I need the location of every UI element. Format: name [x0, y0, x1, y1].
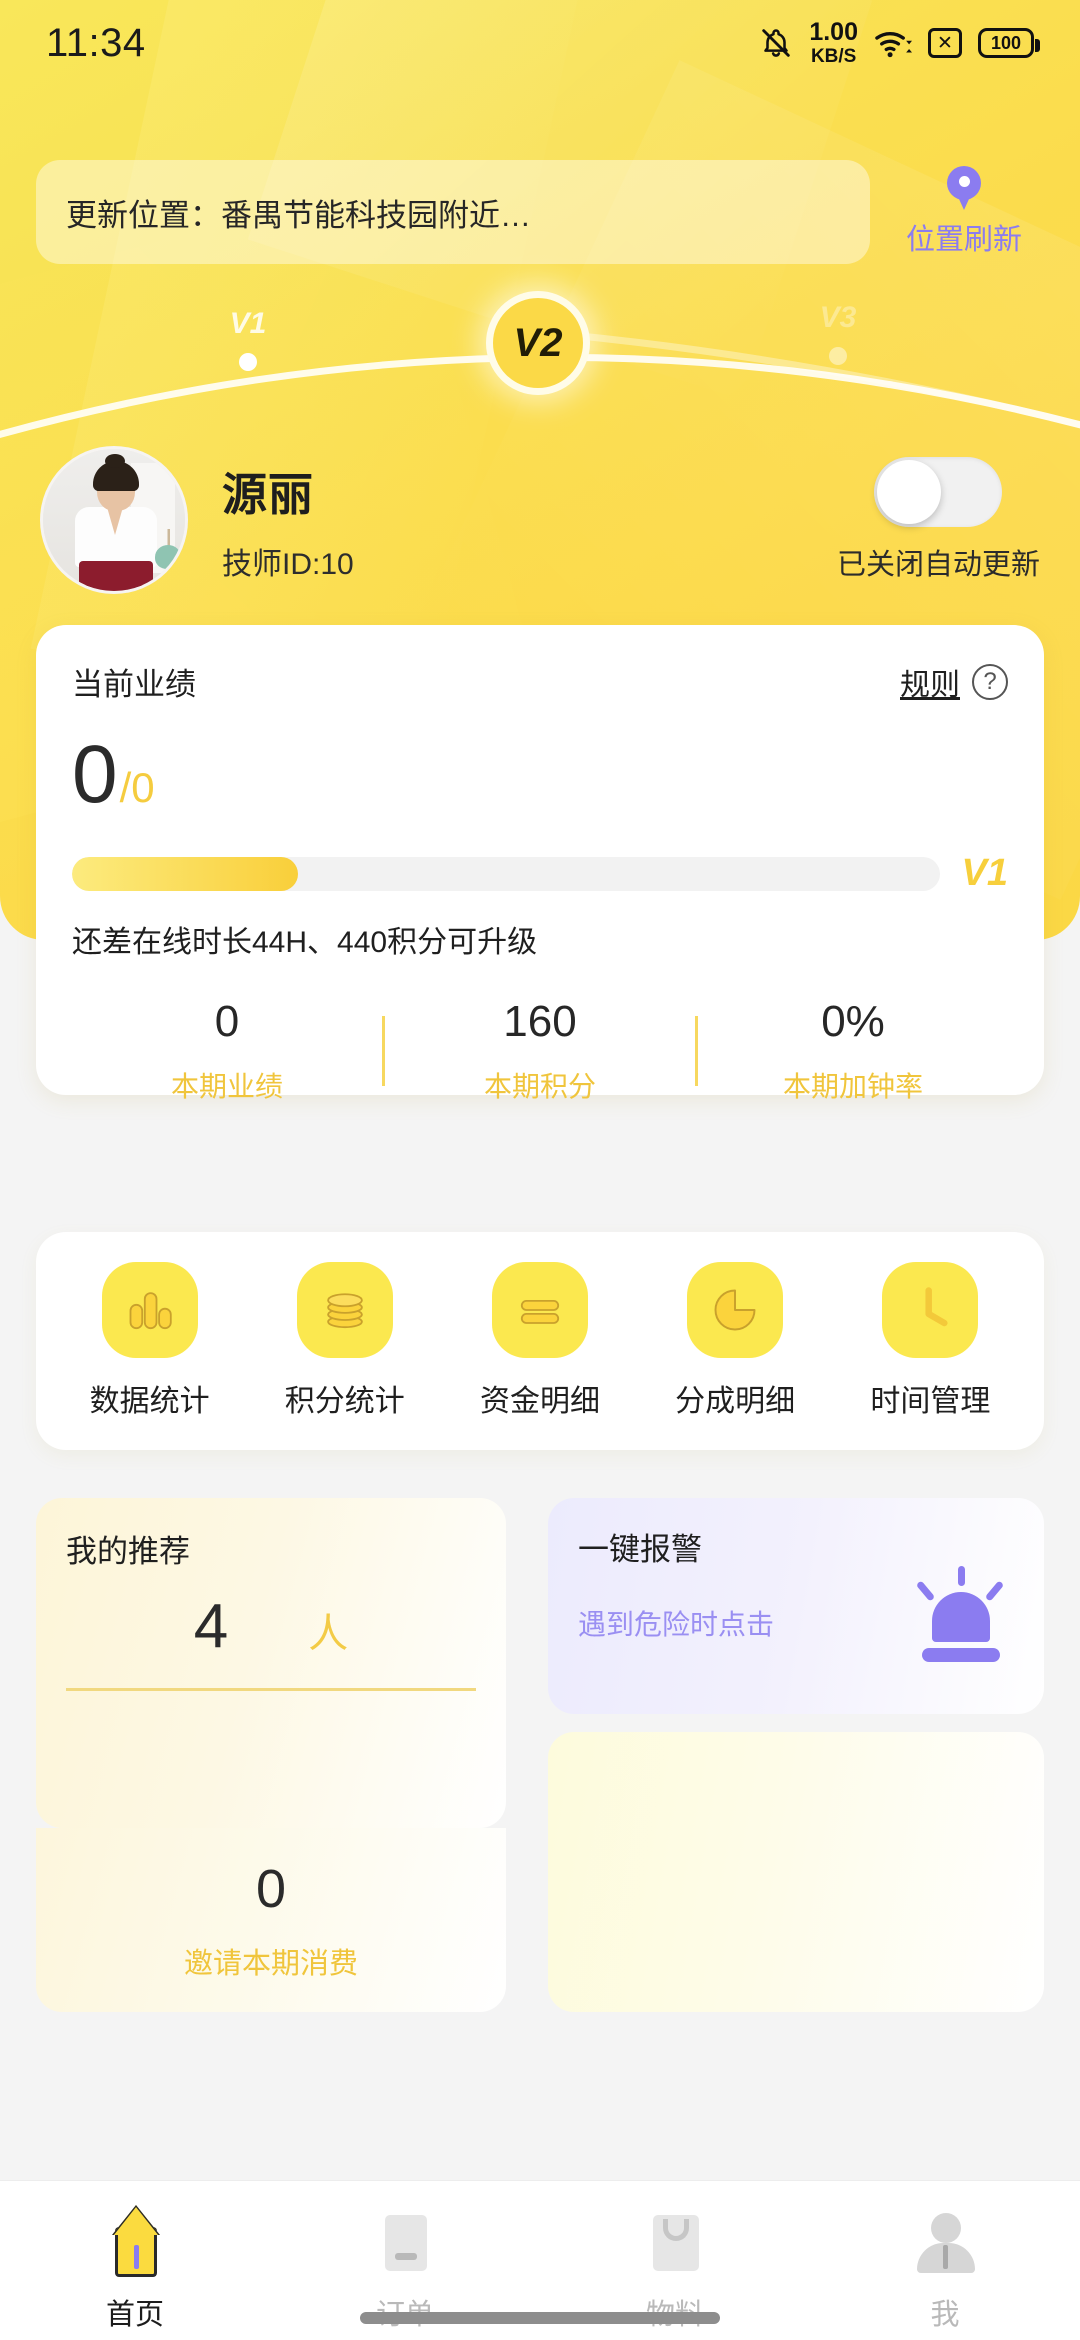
- shortcut-coins-stack[interactable]: 积分统计: [255, 1262, 435, 1420]
- location-refresh-button[interactable]: 位置刷新: [884, 166, 1044, 258]
- status-bar-clock: 11:34: [46, 20, 146, 65]
- order-icon: [369, 2205, 441, 2277]
- coins-stack-icon: [296, 1262, 393, 1358]
- level-node-v3[interactable]: V3: [820, 301, 856, 365]
- shortcut-clock[interactable]: 时间管理: [840, 1262, 1020, 1420]
- level-node-v3-label: V3: [819, 301, 857, 334]
- location-text: 更新位置：番禺节能科技园附近…: [66, 197, 531, 233]
- profile-row: 源丽 技师ID:10 已关闭自动更新: [0, 430, 1080, 610]
- shortcut-label: 数据统计: [89, 1385, 210, 1418]
- network-speed-unit: KB/S: [810, 46, 857, 67]
- material-icon: [639, 2205, 711, 2277]
- shortcut-label: 分成明细: [675, 1385, 796, 1418]
- nav-item-label: 首页: [105, 2299, 164, 2331]
- battery-icon: 100: [978, 28, 1040, 58]
- nav-item-home[interactable]: 首页: [0, 2205, 270, 2333]
- clock-icon: [882, 1262, 979, 1358]
- pie-chart-icon: [687, 1262, 784, 1358]
- performance-header: 当前业绩 规则 ?: [72, 659, 1008, 704]
- performance-progress-row: V1: [72, 852, 1008, 895]
- nav-item-profile[interactable]: 我: [810, 2205, 1080, 2333]
- sim-error-icon: ✕: [928, 28, 962, 58]
- network-speed-indicator: 1.00 KB/S: [809, 18, 858, 67]
- performance-stat-value: 160: [503, 997, 577, 1046]
- profile-id: 技师ID:10: [222, 547, 354, 581]
- referral-spend-value: 0: [255, 1859, 287, 1919]
- alarm-card[interactable]: 一键报警 遇到危险时点击: [548, 1498, 1044, 1714]
- performance-denominator: /0: [119, 764, 155, 811]
- nav-item-label: 我: [930, 2299, 960, 2331]
- performance-progress-level: V1: [961, 852, 1008, 894]
- auto-update-control: 已关闭自动更新: [837, 457, 1040, 583]
- empty-placeholder-card[interactable]: [548, 1732, 1044, 2012]
- performance-stat-value: 0%: [821, 997, 885, 1046]
- performance-upgrade-hint: 还差在线时长44H、440积分可升级: [72, 926, 538, 959]
- wifi-icon: [875, 31, 912, 58]
- home-indicator: [360, 2312, 720, 2324]
- auto-update-label: 已关闭自动更新: [836, 549, 1040, 581]
- location-pill[interactable]: 更新位置：番禺节能科技园附近…: [36, 160, 870, 264]
- level-node-v1-label: V1: [229, 307, 267, 340]
- performance-stat: 0 本期业绩: [72, 997, 382, 1105]
- status-bar-icons: 1.00 KB/S ✕ 100: [759, 18, 1040, 67]
- location-pin-icon: [947, 166, 981, 210]
- list-lines-icon: [491, 1262, 588, 1358]
- performance-value: 0: [72, 729, 118, 820]
- level-node-v1[interactable]: V1: [230, 307, 266, 371]
- avatar[interactable]: [40, 446, 188, 594]
- profile-name: 源丽: [222, 468, 315, 520]
- status-bar: 11:34 1.00 KB/S ✕ 100: [0, 0, 1080, 86]
- performance-title: 当前业绩: [72, 667, 196, 702]
- alarm-title: 一键报警: [578, 1532, 702, 1567]
- shortcut-label: 时间管理: [870, 1385, 991, 1418]
- performance-value-row: 0 /0: [72, 734, 1008, 816]
- help-icon[interactable]: ?: [972, 663, 1008, 700]
- referral-spend-card[interactable]: 0 邀请本期消费: [36, 1828, 506, 2012]
- performance-rule-label: 规则: [900, 668, 960, 702]
- auto-update-toggle[interactable]: [874, 457, 1003, 527]
- bar-chart-icon: [101, 1262, 198, 1358]
- performance-rule-link[interactable]: 规则 ?: [900, 660, 1008, 704]
- referral-count-row: 4 人: [66, 1591, 476, 1662]
- home-icon: [99, 2205, 171, 2277]
- profile-text: 源丽 技师ID:10: [222, 458, 354, 583]
- performance-stats: 0 本期业绩 160 本期积分 0% 本期加钟率: [72, 997, 1008, 1105]
- level-arc: V1 V3 V2: [0, 290, 1080, 450]
- referral-card[interactable]: 我的推荐 4 人: [36, 1498, 506, 1828]
- performance-stat-label: 本期业绩: [170, 1071, 283, 1102]
- referral-divider: [66, 1688, 476, 1691]
- referral-unit: 人: [308, 1612, 349, 1656]
- performance-progress-track: [72, 856, 940, 891]
- level-node-current[interactable]: V2: [486, 291, 590, 395]
- shortcut-bar-chart[interactable]: 数据统计: [60, 1262, 240, 1420]
- referral-title: 我的推荐: [66, 1534, 190, 1569]
- location-row: 更新位置：番禺节能科技园附近… 位置刷新: [0, 152, 1080, 272]
- shortcuts-bar: 数据统计 积分统计 资金明细 分成明细 时间管理: [36, 1232, 1044, 1450]
- siren-icon: [914, 1564, 1006, 1664]
- profile-icon: [909, 2205, 981, 2277]
- referral-spend-label: 邀请本期消费: [183, 1948, 358, 1980]
- shortcut-list-lines[interactable]: 资金明细: [450, 1262, 630, 1420]
- location-refresh-label: 位置刷新: [905, 224, 1022, 256]
- performance-stat: 160 本期积分: [385, 997, 695, 1105]
- performance-stat-value: 0: [214, 997, 240, 1046]
- network-speed-value: 1.00: [809, 18, 858, 46]
- shortcut-label: 资金明细: [479, 1385, 600, 1418]
- performance-stat-label: 本期加钟率: [782, 1071, 923, 1102]
- referral-count: 4: [193, 1592, 229, 1661]
- performance-card: 当前业绩 规则 ? 0 /0 V1 还差在线时长44H、440积分可升级 0 本期…: [36, 625, 1044, 1102]
- shortcut-pie-chart[interactable]: 分成明细: [645, 1262, 825, 1420]
- bell-muted-icon: [762, 29, 791, 57]
- shortcut-label: 积分统计: [284, 1385, 405, 1418]
- performance-progress-fill: [72, 856, 298, 891]
- performance-stat: 0% 本期加钟率: [698, 997, 1008, 1105]
- performance-stat-label: 本期积分: [483, 1071, 596, 1102]
